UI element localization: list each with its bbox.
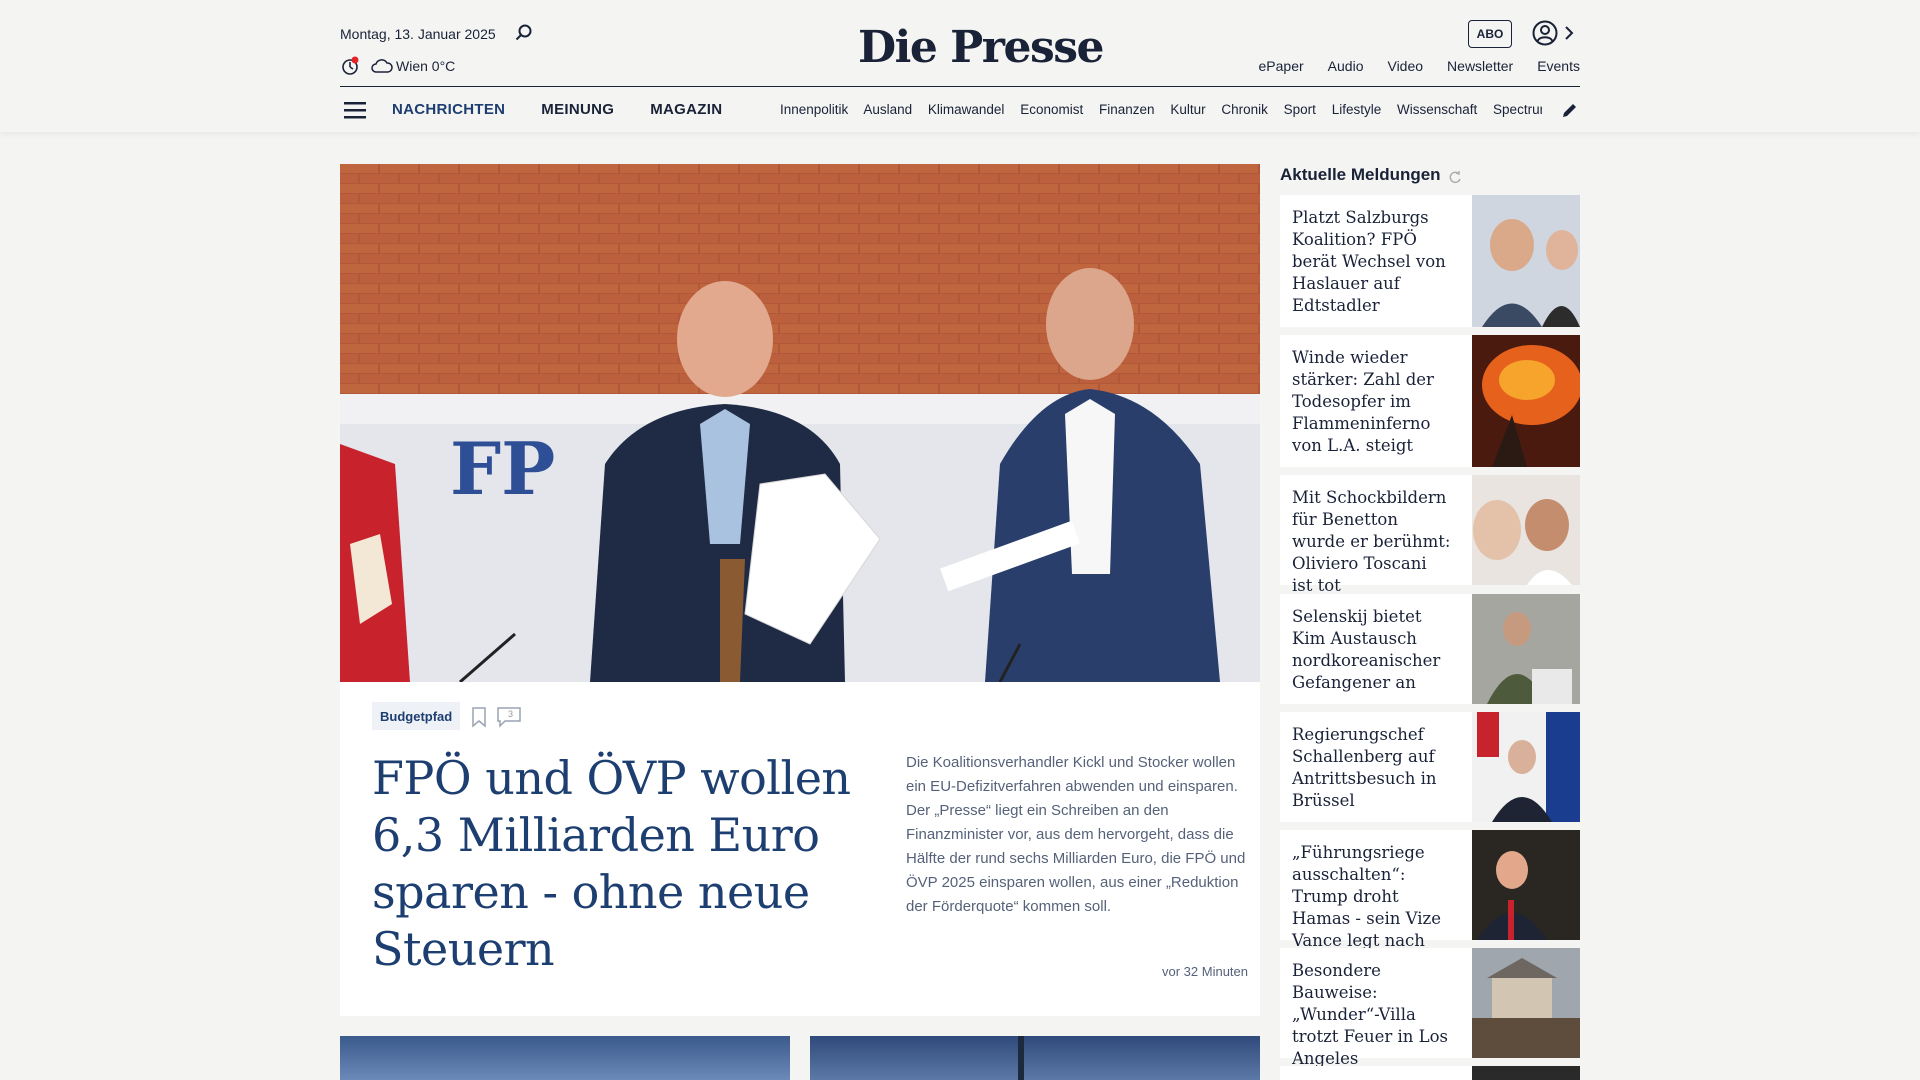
comment-count: 3 xyxy=(508,709,514,719)
edit-pen-icon[interactable] xyxy=(1560,100,1580,120)
news-thumbnail[interactable] xyxy=(1472,195,1580,327)
news-item-title[interactable]: Besondere Bauweise: „Wunder“-Villa trotz… xyxy=(1292,960,1452,1070)
section-wissenschaft[interactable]: Wissenschaft xyxy=(1397,102,1477,117)
news-item-title[interactable]: Platzt Salzburgs Koalition? FPÖ berät We… xyxy=(1292,207,1452,317)
hero-image[interactable]: FP xyxy=(340,164,1260,682)
section-economist[interactable]: Economist xyxy=(1020,102,1083,117)
cloud-icon xyxy=(371,59,393,73)
sidebar-title: Aktuelle Meldungen xyxy=(1280,165,1441,184)
menu-icon[interactable] xyxy=(344,100,368,120)
section-innenpolitik[interactable]: Innenpolitik xyxy=(780,102,848,117)
section-sport[interactable]: Sport xyxy=(1284,102,1316,117)
hero-article[interactable]: FP Budgetpfad 3 FPÖ und ÖVP wollen 6,3 M… xyxy=(340,164,1260,1016)
section-finanzen[interactable]: Finanzen xyxy=(1099,102,1155,117)
current-date: Montag, 13. Januar 2025 xyxy=(340,26,496,42)
news-item[interactable] xyxy=(1280,1066,1580,1080)
nav-nachrichten[interactable]: NACHRICHTEN xyxy=(392,101,505,118)
section-lifestyle[interactable]: Lifestyle xyxy=(1332,102,1382,117)
news-item-title[interactable]: Selenskij bietet Kim Austausch nordkorea… xyxy=(1292,606,1452,694)
news-thumbnail[interactable] xyxy=(1472,475,1580,585)
news-item-title[interactable]: Regierungschef Schallenberg auf Antritts… xyxy=(1292,724,1452,812)
svg-text:FP: FP xyxy=(450,426,555,511)
abo-button[interactable]: ABO xyxy=(1468,20,1512,48)
news-item[interactable]: „Führungsriege ausschalten“: Trump droht… xyxy=(1280,830,1580,950)
section-ausland[interactable]: Ausland xyxy=(863,102,912,117)
top-menu-newsletter[interactable]: Newsletter xyxy=(1447,58,1513,74)
header-divider xyxy=(340,86,1580,87)
top-menu-events[interactable]: Events xyxy=(1537,58,1580,74)
news-thumbnail[interactable] xyxy=(1472,335,1580,467)
news-item[interactable]: Besondere Bauweise: „Wunder“-Villa trotz… xyxy=(1280,948,1580,1068)
top-menu-video[interactable]: Video xyxy=(1387,58,1423,74)
search-icon[interactable] xyxy=(514,23,534,43)
news-thumbnail[interactable] xyxy=(1472,594,1580,704)
news-item[interactable]: Selenskij bietet Kim Austausch nordkorea… xyxy=(1280,594,1580,704)
news-thumbnail[interactable] xyxy=(1472,1066,1580,1080)
article-teaser: Die Koalitionsverhandler Kickl und Stock… xyxy=(906,754,1246,915)
article-tile-image[interactable] xyxy=(810,1036,1260,1080)
news-thumbnail[interactable] xyxy=(1472,712,1580,822)
chevron-right-icon[interactable] xyxy=(1562,24,1576,42)
main-nav: NACHRICHTEN MEINUNG MAGAZIN xyxy=(392,101,722,118)
section-nav: Innenpolitik Ausland Klimawandel Economi… xyxy=(780,102,1542,117)
dark-mode-icon[interactable] xyxy=(340,56,360,76)
refresh-icon xyxy=(1449,171,1461,184)
bookmark-icon[interactable] xyxy=(470,706,488,728)
article-tag[interactable]: Budgetpfad xyxy=(372,702,461,730)
nav-magazin[interactable]: MAGAZIN xyxy=(650,101,722,118)
news-item[interactable]: Regierungschef Schallenberg auf Antritts… xyxy=(1280,712,1580,822)
section-kultur[interactable]: Kultur xyxy=(1170,102,1205,117)
section-chronik[interactable]: Chronik xyxy=(1221,102,1268,117)
article-timestamp: vor 32 Minuten xyxy=(1162,964,1248,979)
site-header: Montag, 13. Januar 2025 Wien 0°C Die Pre… xyxy=(0,0,1920,132)
top-menu-epaper[interactable]: ePaper xyxy=(1259,58,1304,74)
weather-text: Wien 0°C xyxy=(396,58,456,74)
section-klimawandel[interactable]: Klimawandel xyxy=(928,102,1005,117)
news-item[interactable]: Winde wieder stärker: Zahl der Todesopfe… xyxy=(1280,335,1580,467)
nav-meinung[interactable]: MEINUNG xyxy=(541,101,614,118)
section-spectrum[interactable]: Spectrum xyxy=(1493,102,1542,117)
top-menu-audio[interactable]: Audio xyxy=(1328,58,1364,74)
site-logo[interactable]: Die Presse xyxy=(858,22,1104,73)
user-account-icon[interactable] xyxy=(1532,20,1558,46)
news-item-title[interactable]: Winde wieder stärker: Zahl der Todesopfe… xyxy=(1292,347,1452,457)
news-item[interactable]: Platzt Salzburgs Koalition? FPÖ berät We… xyxy=(1280,195,1580,327)
news-item[interactable]: Mit Schockbildern für Benetton wurde er … xyxy=(1280,475,1580,595)
news-thumbnail[interactable] xyxy=(1472,830,1580,940)
top-menu: ePaper Audio Video Newsletter Events xyxy=(1259,58,1580,74)
news-thumbnail[interactable] xyxy=(1472,948,1580,1058)
news-item-title[interactable]: „Führungsriege ausschalten“: Trump droht… xyxy=(1292,842,1452,952)
article-headline[interactable]: FPÖ und ÖVP wollen 6,3 Milliarden Euro s… xyxy=(372,750,892,978)
article-tile-image[interactable] xyxy=(340,1036,790,1080)
news-item-title[interactable]: Mit Schockbildern für Benetton wurde er … xyxy=(1292,487,1452,597)
